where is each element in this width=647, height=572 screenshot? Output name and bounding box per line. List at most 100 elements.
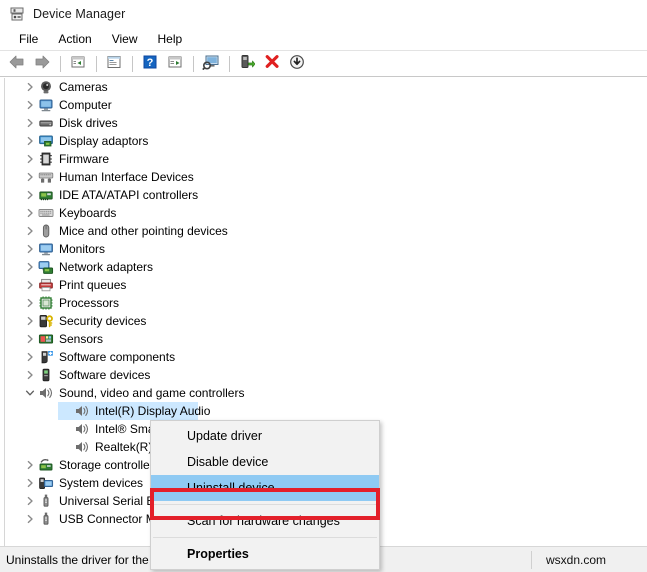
chevron-right-icon[interactable] [22, 133, 38, 149]
chevron-right-icon[interactable] [22, 169, 38, 185]
chevron-right-icon[interactable] [22, 493, 38, 509]
properties-button[interactable] [163, 53, 187, 75]
chevron-right-icon[interactable] [22, 205, 38, 221]
chevron-right-icon[interactable] [22, 115, 38, 131]
context-menu-item[interactable]: Uninstall device [151, 475, 379, 501]
ide-controller-icon [38, 187, 54, 203]
chevron-right-icon[interactable] [22, 511, 38, 527]
back-arrow-icon [8, 54, 26, 73]
context-menu-item-label: Update driver [187, 429, 263, 443]
tree-item[interactable]: Keyboards [0, 204, 647, 222]
tree-item-label: Intel(R) Display Audio [95, 404, 211, 418]
tree-item[interactable]: Network adapters [0, 258, 647, 276]
tree-item[interactable]: Software components [0, 348, 647, 366]
chevron-right-icon[interactable] [22, 259, 38, 275]
tree-item[interactable]: Human Interface Devices [0, 168, 647, 186]
tree-item-label: Software components [59, 350, 176, 364]
tree-item[interactable]: Software devices [0, 366, 647, 384]
usb-icon [38, 511, 54, 527]
chevron-down-icon[interactable] [22, 385, 38, 401]
chevron-right-icon[interactable] [22, 349, 38, 365]
show-hide-console-tree-icon [106, 54, 122, 73]
computer-icon [38, 97, 54, 113]
tree-item-label: Cameras [59, 80, 108, 94]
context-menu-item-label: Scan for hardware changes [187, 514, 340, 528]
chevron-right-icon[interactable] [22, 223, 38, 239]
tree-item[interactable]: Processors [0, 294, 647, 312]
device-manager-icon [9, 6, 25, 22]
back-button[interactable] [5, 53, 29, 75]
context-menu-item[interactable]: Scan for hardware changes [151, 508, 379, 534]
printer-icon [38, 277, 54, 293]
toolbar-separator [193, 55, 194, 72]
tree-item[interactable]: Disk drives [0, 114, 647, 132]
tree-item[interactable]: Security devices [0, 312, 647, 330]
tree-item-label: Keyboards [59, 206, 117, 220]
chevron-right-icon[interactable] [22, 277, 38, 293]
tree-item[interactable]: Print queues [0, 276, 647, 294]
tree-item[interactable]: Cameras [0, 78, 647, 96]
tree-item[interactable]: Mice and other pointing devices [0, 222, 647, 240]
watermark-text: wsxdn.com [546, 552, 607, 567]
chevron-right-icon[interactable] [22, 187, 38, 203]
context-menu-item[interactable]: Update driver [151, 423, 379, 449]
help-button[interactable]: ? [138, 53, 162, 75]
tree-item[interactable]: Sound, video and game controllers [0, 384, 647, 402]
speaker-icon [38, 385, 54, 401]
chevron-right-icon[interactable] [22, 457, 38, 473]
uninstall-device-button[interactable] [260, 53, 284, 75]
chevron-right-icon[interactable] [22, 241, 38, 257]
chevron-right-icon[interactable] [22, 475, 38, 491]
tree-item[interactable]: Computer [0, 96, 647, 114]
toolbar: ? [0, 51, 647, 77]
toolbar-separator [229, 55, 230, 72]
system-device-icon [38, 475, 54, 491]
menu-action[interactable]: Action [48, 30, 101, 49]
help-icon: ? [142, 54, 158, 73]
chevron-right-icon[interactable] [22, 79, 38, 95]
menu-file[interactable]: File [9, 30, 48, 49]
tree-item-label: Display adaptors [59, 134, 149, 148]
tree-item[interactable]: Firmware [0, 150, 647, 168]
tree-item[interactable]: Sensors [0, 330, 647, 348]
menu-help[interactable]: Help [148, 30, 193, 49]
chevron-right-icon[interactable] [22, 151, 38, 167]
tree-item[interactable]: IDE ATA/ATAPI controllers [0, 186, 647, 204]
menu-view[interactable]: View [102, 30, 148, 49]
software-component-icon [38, 349, 54, 365]
update-driver-button[interactable] [235, 53, 259, 75]
context-menu-item[interactable]: Properties [151, 541, 379, 567]
context-menu-separator [153, 537, 377, 538]
show-hide-console-tree-button[interactable] [102, 53, 126, 75]
forward-button[interactable] [30, 53, 54, 75]
chevron-right-icon[interactable] [22, 97, 38, 113]
toolbar-separator [60, 55, 61, 72]
tree-item-label: Sound, video and game controllers [59, 386, 245, 400]
disable-device-button[interactable] [285, 53, 309, 75]
chevron-right-icon[interactable] [22, 313, 38, 329]
mouse-icon [38, 223, 54, 239]
scan-hardware-changes-button[interactable] [199, 53, 223, 75]
tree-item-label: Monitors [59, 242, 106, 256]
speaker-icon [74, 421, 90, 437]
tree-item[interactable]: Display adaptors [0, 132, 647, 150]
storage-controller-icon [38, 457, 54, 473]
tree-item[interactable]: Monitors [0, 240, 647, 258]
context-menu-item[interactable]: Disable device [151, 449, 379, 475]
menu-bar: File Action View Help [0, 28, 647, 51]
speaker-icon [74, 439, 90, 455]
disk-drive-icon [38, 115, 54, 131]
monitor-icon [38, 241, 54, 257]
tree-item[interactable]: Intel(R) Display Audio [0, 402, 647, 420]
chevron-right-icon[interactable] [22, 295, 38, 311]
device-context-menu[interactable]: Update driver Disable device Uninstall dev… [150, 420, 380, 570]
chevron-right-icon[interactable] [22, 367, 38, 383]
up-one-level-button[interactable] [66, 53, 90, 75]
chevron-right-icon[interactable] [22, 331, 38, 347]
security-device-icon [38, 313, 54, 329]
keyboard-icon [38, 205, 54, 221]
sensor-icon [38, 331, 54, 347]
tree-item-label: Human Interface Devices [59, 170, 194, 184]
